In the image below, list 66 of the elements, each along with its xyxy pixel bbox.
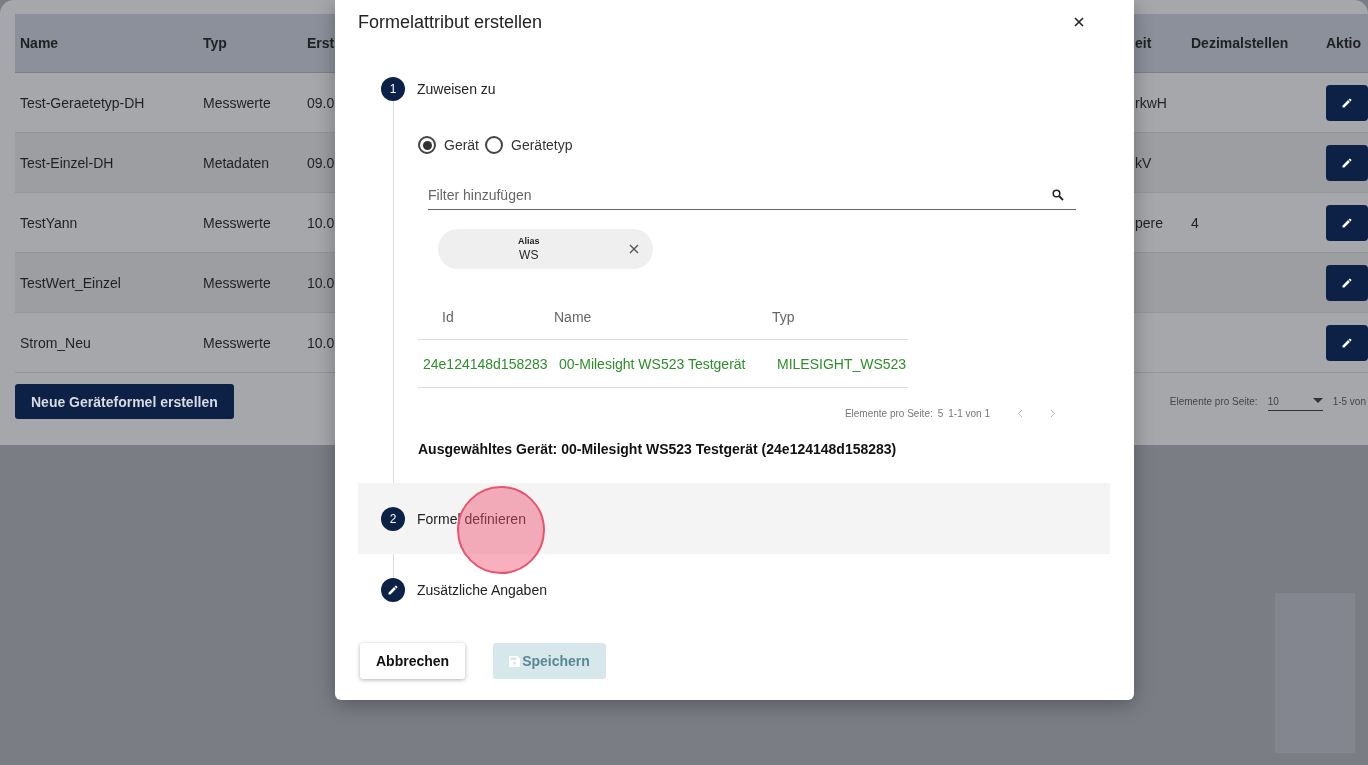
column-header: Typ (772, 309, 796, 325)
table-cell-text: Test-Geraetetyp-DH (19, 94, 146, 111)
chip-key: Alias (518, 236, 540, 246)
radio-button[interactable] (418, 136, 436, 154)
column-header: eit (1134, 35, 1153, 51)
search-icon (1052, 189, 1064, 201)
table-cell-text: Messwerte (202, 214, 272, 231)
table-cell-text: Test-Einzel-DH (19, 154, 115, 171)
column-header: Typ (202, 35, 228, 51)
table-cell-text: Metadaten (202, 154, 271, 171)
filter-field[interactable]: Filter hinzufügen (428, 180, 1076, 210)
page-size-label: Elemente pro Seite: (1169, 396, 1258, 407)
table-cell-text: 10.0 (306, 334, 336, 351)
table-cell: 4 (1191, 214, 1199, 231)
chip-value: WS (519, 248, 539, 262)
pencil-icon (1341, 156, 1353, 169)
table-cell-text: Messwerte (202, 94, 272, 111)
table-cell-text: TestWert_Einzel (19, 274, 122, 291)
pencil-icon (387, 584, 399, 596)
remove-icon[interactable] (629, 244, 639, 254)
page-size-value[interactable]: 5 (937, 408, 944, 419)
step-indicator: 2 (381, 506, 405, 531)
pencil-icon (1341, 96, 1353, 109)
table-cell-text: TestYann (19, 214, 79, 231)
caret-icon (1312, 398, 1323, 404)
edit-button[interactable] (1326, 324, 1368, 361)
step-label: Zusätzliche Angaben (417, 582, 547, 598)
table-cell-text: Strom_Neu (19, 334, 92, 351)
table-cell-text: Messwerte (202, 334, 272, 351)
column-header: Name (554, 309, 593, 325)
cancel-button[interactable]: Abbrechen (360, 643, 466, 679)
filter-chip[interactable]: Alias WS (438, 229, 653, 269)
page-range: 1-5 von (1332, 396, 1366, 407)
pencil-icon (1341, 336, 1353, 349)
step-indicator: 1 (381, 77, 405, 101)
page-size-select[interactable]: 10 (1267, 392, 1323, 411)
table-cell-text: 09.0 (306, 154, 336, 171)
column-header: Aktio (1325, 35, 1362, 51)
column-header: Name (19, 35, 60, 51)
step-label: Zuweisen zu (417, 81, 496, 97)
column-header: Id (441, 309, 455, 325)
pencil-icon (1341, 276, 1353, 289)
column-header: Dezimalstellen (1190, 35, 1290, 51)
edit-button[interactable] (1326, 144, 1368, 181)
table-cell-text: 10.0 (306, 214, 336, 231)
radio-option[interactable]: Gerätetyp (485, 136, 573, 154)
dialog-title: Formelattribut erstellen (358, 11, 543, 33)
create-formula-button[interactable]: Neue Geräteformel erstellen (15, 384, 234, 419)
table-cell-text: 09.0 (306, 94, 336, 111)
page-range: 1-1 von 1 (948, 408, 990, 419)
table-cell: pere (1135, 214, 1164, 231)
selected-device-text: Ausgewähltes Gerät: 00-Milesight WS523 Testgerät (24e124148d158283) (418, 441, 898, 457)
radio-button[interactable] (485, 136, 503, 154)
pencil-icon (1341, 216, 1353, 229)
table-cell-text: Messwerte (202, 274, 272, 291)
close-icon[interactable] (1074, 17, 1084, 27)
table-cell: kV (1135, 154, 1152, 171)
table-cell-text: 10.0 (306, 274, 336, 291)
radio-option[interactable]: Gerät (418, 136, 479, 154)
edit-button[interactable] (1326, 264, 1368, 301)
column-header: Erst (306, 35, 336, 51)
result-row[interactable]: 24e124148d158283 00-Milesight WS523 Testgerät MILESIGHT_WS523 (418, 340, 908, 388)
page-size-label: Elemente pro Seite: (844, 408, 933, 419)
edit-button[interactable] (1326, 204, 1368, 241)
edit-button[interactable] (1326, 84, 1368, 121)
table-cell: rkwH (1135, 94, 1167, 111)
